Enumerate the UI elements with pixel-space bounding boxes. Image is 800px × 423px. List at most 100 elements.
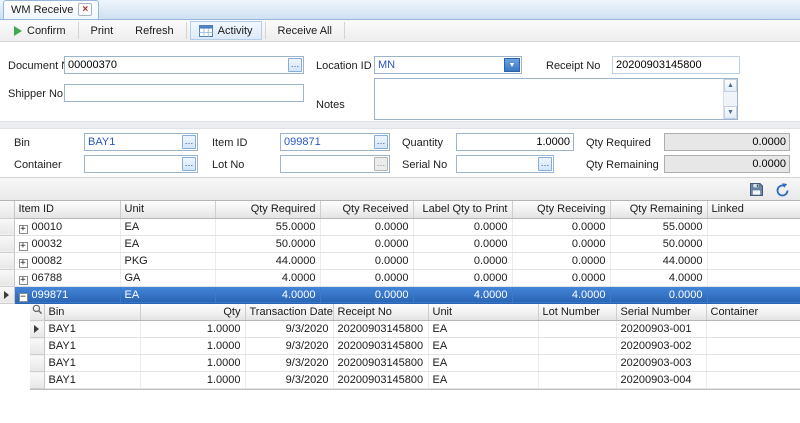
scroll-down-icon[interactable]: ▼ [724, 106, 737, 119]
close-icon[interactable]: × [78, 3, 92, 16]
transactions-grid-row[interactable]: BAY11.00009/3/202020200903145800EA202009… [30, 321, 800, 338]
location-id-input[interactable] [375, 57, 521, 73]
items-grid-row[interactable]: +00010EA55.00000.00000.00000.000055.0000 [0, 218, 800, 235]
transactions-grid-row[interactable]: BAY11.00009/3/202020200903145800EA202009… [30, 372, 800, 389]
item-id-browse-icon[interactable]: … [374, 135, 388, 149]
transactions-grid-cell[interactable] [538, 372, 616, 389]
items-grid-cell[interactable]: 0.0000 [413, 218, 512, 235]
bin-input[interactable] [85, 134, 197, 150]
transactions-grid-cell[interactable]: 9/3/2020 [245, 372, 333, 389]
subcol-serial-number[interactable]: Serial Number [616, 304, 706, 321]
items-grid-cell[interactable]: 0.0000 [320, 235, 413, 252]
expand-icon[interactable]: + [19, 259, 28, 268]
transactions-grid-cell[interactable] [538, 321, 616, 338]
items-grid-cell[interactable]: 0.0000 [512, 235, 610, 252]
shipper-no-input[interactable] [65, 85, 303, 101]
items-grid-cell[interactable]: 50.0000 [215, 235, 320, 252]
items-grid-cell[interactable]: 0.0000 [512, 218, 610, 235]
col-qty-remaining[interactable]: Qty Remaining [610, 201, 707, 218]
items-grid-cell[interactable]: 0.0000 [320, 269, 413, 286]
items-grid-cell[interactable] [707, 286, 800, 303]
notes-scrollbar[interactable]: ▲ ▼ [723, 79, 737, 119]
items-grid-cell[interactable]: 0.0000 [320, 252, 413, 269]
items-grid-cell[interactable]: 0.0000 [512, 269, 610, 286]
items-grid-cell[interactable]: 0.0000 [413, 252, 512, 269]
items-grid-cell[interactable]: 0.0000 [512, 252, 610, 269]
items-grid-row[interactable]: −099871EA4.00000.00004.00004.00000.0000 [0, 286, 800, 303]
items-grid-cell[interactable]: 0.0000 [413, 235, 512, 252]
transactions-grid-cell[interactable]: 1.0000 [140, 321, 245, 338]
expand-icon[interactable]: + [19, 276, 28, 285]
lot-no-browse-icon[interactable]: … [374, 157, 388, 171]
subcol-bin[interactable]: Bin [44, 304, 140, 321]
transactions-grid-cell[interactable] [706, 338, 800, 355]
transactions-grid-cell[interactable]: 20200903-002 [616, 338, 706, 355]
col-label-qty-to-print[interactable]: Label Qty to Print [413, 201, 512, 218]
row-indicator[interactable] [0, 252, 14, 269]
refresh-button[interactable]: Refresh [124, 20, 185, 41]
scroll-up-icon[interactable]: ▲ [724, 79, 737, 92]
container-browse-icon[interactable]: … [182, 157, 196, 171]
transactions-grid-cell[interactable]: EA [428, 372, 538, 389]
items-grid-cell[interactable] [707, 218, 800, 235]
undo-button[interactable] [772, 179, 792, 199]
row-indicator[interactable] [0, 286, 14, 303]
items-grid-cell[interactable]: +06788 [14, 269, 120, 286]
transactions-grid-cell[interactable]: EA [428, 355, 538, 372]
subcol-qty[interactable]: Qty [140, 304, 245, 321]
subcol-transaction-date[interactable]: Transaction Date [245, 304, 333, 321]
col-qty-required[interactable]: Qty Required [215, 201, 320, 218]
items-grid-cell[interactable]: 55.0000 [610, 218, 707, 235]
transactions-grid-cell[interactable]: 1.0000 [140, 355, 245, 372]
items-grid-cell[interactable]: PKG [120, 252, 215, 269]
items-grid-cell[interactable]: 4.0000 [512, 286, 610, 303]
items-grid-cell[interactable]: 50.0000 [610, 235, 707, 252]
items-grid-cell[interactable]: GA [120, 269, 215, 286]
confirm-button[interactable]: Confirm [3, 20, 77, 41]
lot-no-input[interactable] [281, 156, 389, 172]
items-grid-row[interactable]: +00082PKG44.00000.00000.00000.000044.000… [0, 252, 800, 269]
transactions-grid-cell[interactable]: 9/3/2020 [245, 321, 333, 338]
transactions-grid-cell[interactable]: 9/3/2020 [245, 338, 333, 355]
transactions-grid-cell[interactable] [706, 355, 800, 372]
items-grid-cell[interactable] [707, 235, 800, 252]
items-grid-cell[interactable]: 0.0000 [320, 286, 413, 303]
items-grid-cell[interactable]: 44.0000 [610, 252, 707, 269]
transactions-grid-cell[interactable]: 1.0000 [140, 338, 245, 355]
col-qty-received[interactable]: Qty Received [320, 201, 413, 218]
col-item-id[interactable]: Item ID [14, 201, 120, 218]
print-button[interactable]: Print [80, 20, 125, 41]
receipt-no-input[interactable] [613, 57, 739, 73]
subgrid-filter-cell[interactable] [30, 304, 44, 321]
transactions-grid-cell[interactable]: EA [428, 338, 538, 355]
transactions-grid-cell[interactable]: BAY1 [44, 338, 140, 355]
tab-wm-receive[interactable]: WM Receive × [3, 0, 99, 19]
transactions-grid-cell[interactable]: 20200903145800 [333, 372, 428, 389]
activity-button[interactable]: Activity [190, 21, 262, 40]
transactions-grid-row[interactable]: BAY11.00009/3/202020200903145800EA202009… [30, 338, 800, 355]
items-grid-cell[interactable]: +00010 [14, 218, 120, 235]
transactions-grid-cell[interactable]: 9/3/2020 [245, 355, 333, 372]
subcol-container[interactable]: Container [706, 304, 800, 321]
items-grid-row[interactable]: +06788GA4.00000.00000.00000.00004.0000 [0, 269, 800, 286]
document-no-browse-icon[interactable]: … [288, 58, 302, 72]
subcol-lot-number[interactable]: Lot Number [538, 304, 616, 321]
notes-input[interactable] [375, 79, 723, 119]
col-linked[interactable]: Linked [707, 201, 800, 218]
items-grid-cell[interactable] [707, 269, 800, 286]
transactions-grid-cell[interactable]: 20200903-003 [616, 355, 706, 372]
row-indicator[interactable] [30, 338, 44, 355]
items-grid-cell[interactable]: 0.0000 [320, 218, 413, 235]
items-grid-cell[interactable]: 4.0000 [413, 286, 512, 303]
items-grid-row[interactable]: +00032EA50.00000.00000.00000.000050.0000 [0, 235, 800, 252]
quantity-input[interactable] [457, 134, 573, 150]
items-grid-cell[interactable]: 44.0000 [215, 252, 320, 269]
transactions-grid-cell[interactable]: BAY1 [44, 355, 140, 372]
items-grid-cell[interactable]: 4.0000 [215, 286, 320, 303]
row-indicator[interactable] [30, 372, 44, 389]
items-grid-cell[interactable]: EA [120, 235, 215, 252]
items-grid-cell[interactable]: 0.0000 [413, 269, 512, 286]
items-grid-cell[interactable]: 55.0000 [215, 218, 320, 235]
items-grid-cell[interactable]: 4.0000 [610, 269, 707, 286]
document-no-input[interactable] [65, 57, 303, 73]
